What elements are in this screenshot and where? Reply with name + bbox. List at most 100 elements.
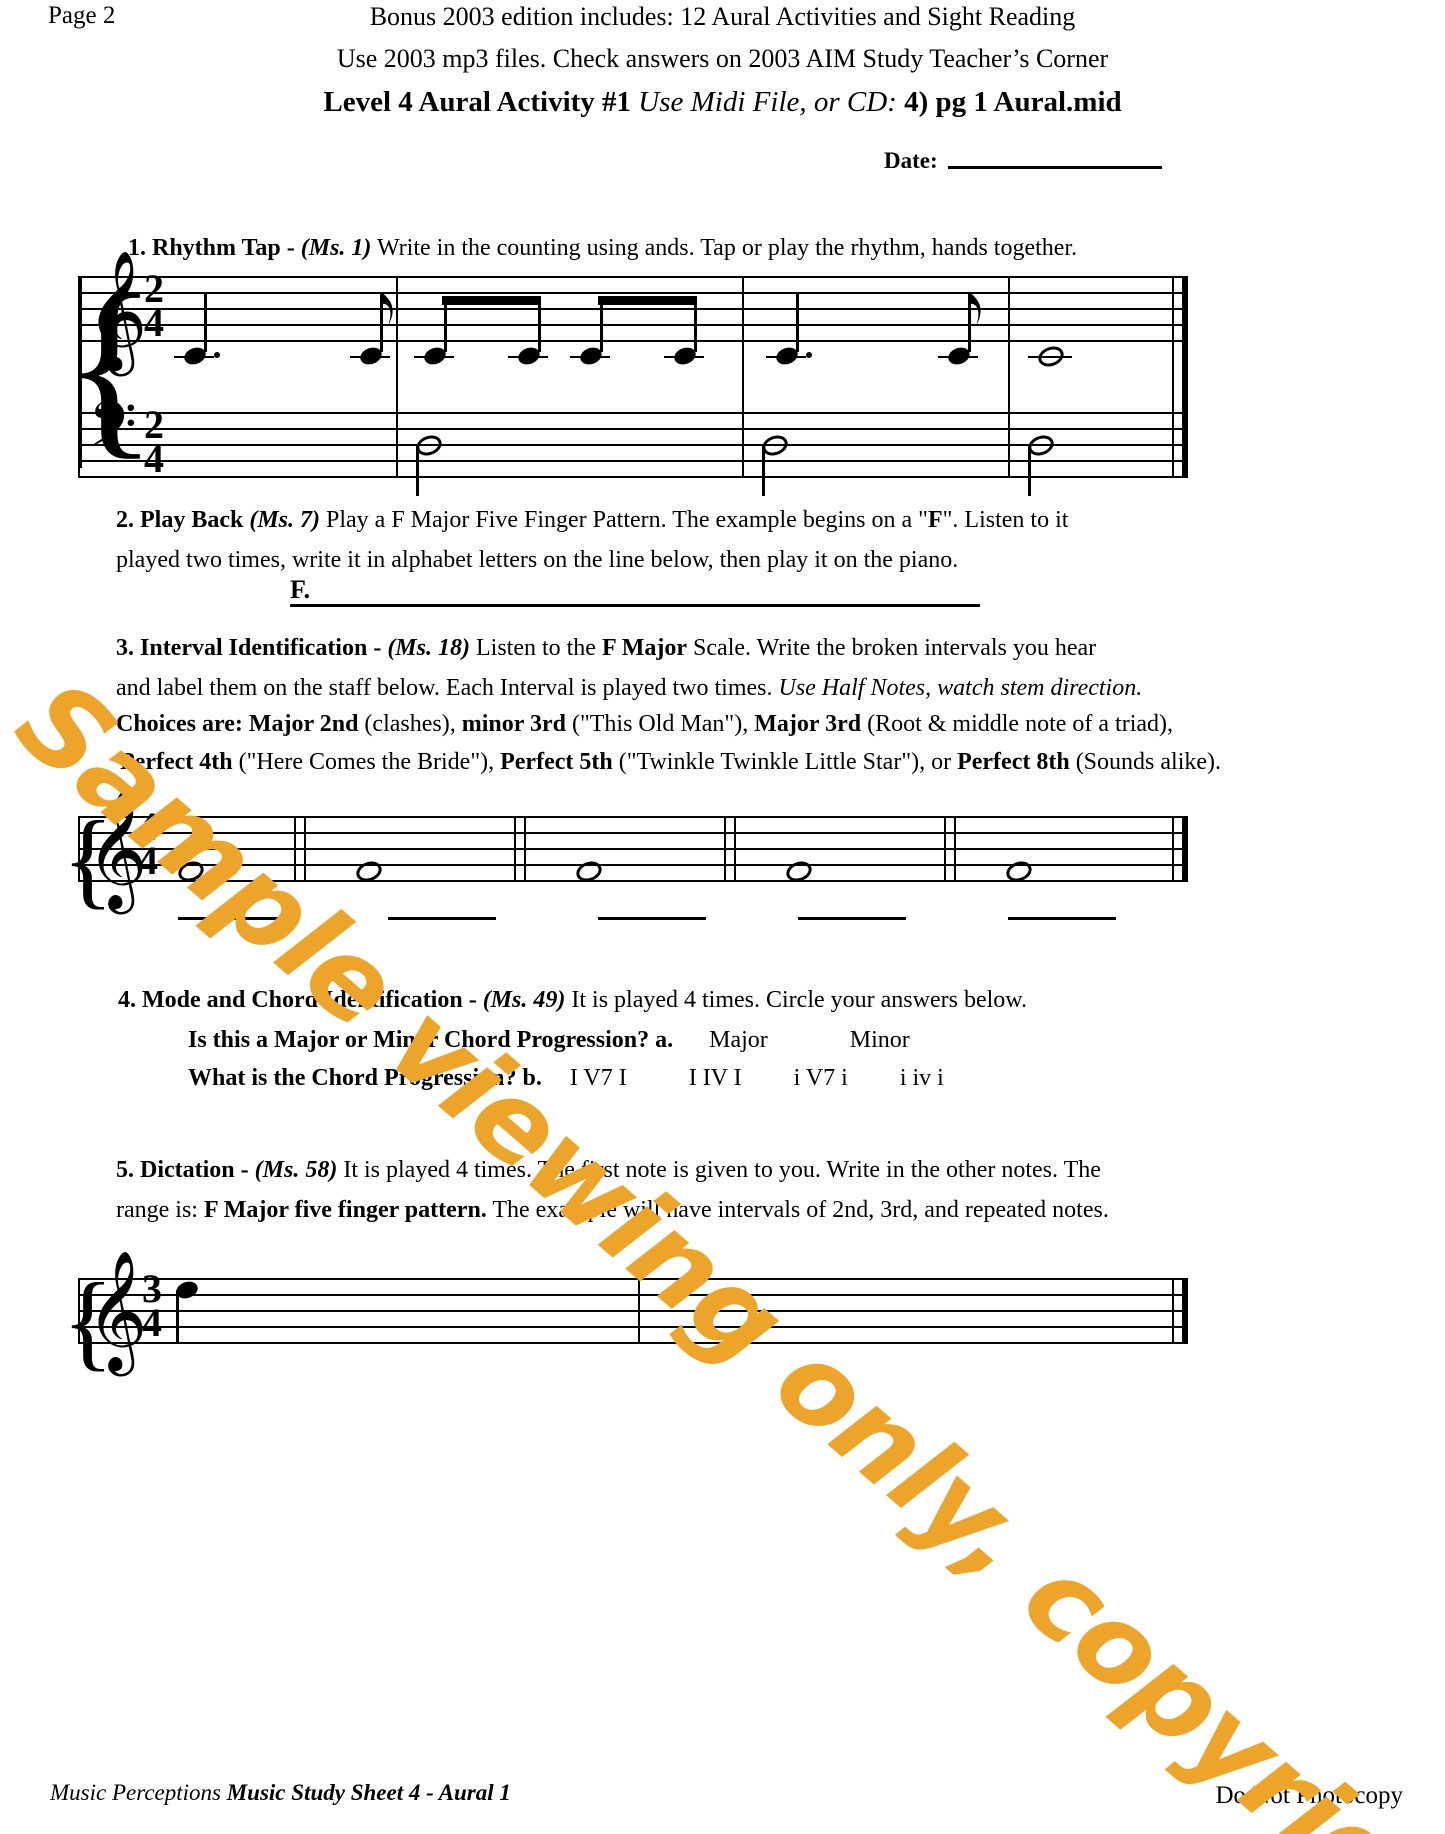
question-5-text: 5. Dictation - (Ms. 58) It is played 4 t… bbox=[116, 1150, 1236, 1190]
choice-major-2nd: Major 2nd bbox=[248, 711, 359, 737]
question-3-line2-a: and label them on the staff below. Each … bbox=[116, 675, 779, 701]
choice-minor-3rd-desc: ("This Old Man"), bbox=[565, 711, 755, 737]
beam bbox=[442, 296, 541, 305]
interval-answer-blank[interactable] bbox=[388, 917, 496, 920]
choice-perfect-8th: Perfect 8th bbox=[957, 749, 1070, 775]
staff-line bbox=[78, 816, 1188, 818]
question-5-title: Dictation - bbox=[140, 1157, 255, 1183]
question-5-measure: (Ms. 58) bbox=[254, 1157, 338, 1183]
question-3-measure: (Ms. 18) bbox=[387, 635, 470, 661]
header-line-bonus-edition: Bonus 2003 edition includes: 12 Aural Ac… bbox=[369, 2, 1076, 31]
staff-line bbox=[78, 1294, 1188, 1296]
barline bbox=[304, 816, 306, 882]
final-barline bbox=[1182, 1278, 1188, 1344]
question-5-line2-a: range is: bbox=[116, 1197, 204, 1223]
footer-sheet-name: Music Study Sheet 4 - Aural 1 bbox=[226, 1780, 511, 1805]
question-3-body-a: Listen to the bbox=[469, 635, 602, 661]
staff-line bbox=[78, 1310, 1188, 1312]
question-5-line2: range is: F Major five finger pattern. T… bbox=[116, 1190, 1236, 1230]
question-3-text: 3. Interval Identification - (Ms. 18) Li… bbox=[116, 628, 1236, 668]
barline bbox=[514, 816, 516, 882]
staff-system-dictation: { 𝄞 3 4 bbox=[62, 1258, 1188, 1376]
question-3-line2: and label them on the staff below. Each … bbox=[116, 668, 1236, 708]
question-5-number: 5. bbox=[116, 1157, 134, 1183]
time-sig-denominator: 4 bbox=[142, 1300, 162, 1345]
staff-line bbox=[78, 1278, 1188, 1280]
barline bbox=[78, 1278, 80, 1344]
interval-answer-blank[interactable] bbox=[1008, 917, 1116, 920]
barline bbox=[1008, 276, 1010, 478]
note-stem bbox=[762, 444, 765, 496]
staff-system-rhythm-tap: { 𝄞 𝄢 2 4 2 4 bbox=[62, 258, 1188, 496]
question-1-title: Rhythm Tap - bbox=[152, 235, 301, 261]
time-sig-denominator: 4 bbox=[138, 838, 158, 883]
footer-publisher: Music Perceptions bbox=[50, 1780, 227, 1805]
bass-staff-line bbox=[78, 444, 1188, 446]
question-2-measure: (Ms. 7) bbox=[243, 507, 321, 533]
choice-major-2nd-desc: (clashes), bbox=[358, 711, 462, 737]
treble-staff-line bbox=[78, 308, 1188, 310]
question-4a-option-minor[interactable]: Minor bbox=[850, 1027, 910, 1053]
question-4b-option-2[interactable]: I IV I bbox=[689, 1065, 742, 1091]
question-2-body-a: Play a F Major Five Finger Pattern. The … bbox=[320, 507, 928, 533]
choices-label: Choices are: bbox=[116, 711, 249, 737]
worksheet-title-main: Level 4 Aural Activity #1 bbox=[323, 86, 632, 118]
note-stem bbox=[204, 292, 207, 352]
question-2-answer-prefix: F. bbox=[290, 575, 310, 604]
worksheet-page: Page 2 Bonus 2003 edition includes: 12 A… bbox=[0, 0, 1445, 1834]
worksheet-title-midi-note: Use Midi File, or CD: bbox=[631, 86, 905, 118]
question-4-measure: (Ms. 49) bbox=[482, 987, 566, 1013]
question-4-sub2: What is the Chord Progression? b. I V7 I… bbox=[188, 1058, 1228, 1098]
choice-perfect-5th-desc: ("Twinkle Twinkle Little Star"), or bbox=[612, 749, 958, 775]
question-3-line2-italic: Use Half Notes, watch stem direction. bbox=[778, 675, 1143, 701]
question-4b-option-4[interactable]: i iv i bbox=[900, 1065, 944, 1091]
question-4a-prompt: Is this a Major or Minor Chord Progressi… bbox=[188, 1027, 674, 1053]
barline bbox=[1172, 276, 1174, 478]
note-stem bbox=[1028, 444, 1031, 496]
question-2-note-letter: F bbox=[927, 507, 943, 533]
question-4b-option-3[interactable]: i V7 i bbox=[794, 1065, 848, 1091]
augmentation-dot bbox=[806, 352, 812, 358]
bass-staff-line bbox=[78, 460, 1188, 462]
header-line-mp3-instructions: Use 2003 mp3 files. Check answers on 200… bbox=[336, 44, 1109, 73]
barline bbox=[78, 276, 80, 478]
staff-line bbox=[78, 848, 1188, 850]
interval-answer-blank[interactable] bbox=[178, 917, 286, 920]
note-stem bbox=[444, 298, 447, 352]
question-5-line2-b: The example will have intervals of 2nd, … bbox=[486, 1197, 1109, 1223]
question-1-body: Write in the counting using ands. Tap or… bbox=[371, 235, 1078, 261]
question-3-number: 3. bbox=[116, 635, 134, 661]
note-stem bbox=[538, 298, 541, 352]
question-4-body: It is played 4 times. Circle your answer… bbox=[565, 987, 1028, 1013]
question-4-sub1: Is this a Major or Minor Chord Progressi… bbox=[188, 1020, 1228, 1060]
footer-left: Music Perceptions Music Study Sheet 4 - … bbox=[50, 1780, 511, 1806]
question-5-body: It is played 4 times. The first note is … bbox=[337, 1157, 1101, 1183]
eighth-flag-icon bbox=[381, 292, 393, 326]
date-label: Date: bbox=[884, 148, 938, 173]
barline bbox=[724, 816, 726, 882]
barline bbox=[1172, 816, 1174, 882]
question-4a-option-major[interactable]: Major bbox=[709, 1027, 768, 1053]
treble-time-signature: 2 4 bbox=[136, 269, 172, 343]
barline bbox=[734, 816, 736, 882]
question-5-range: F Major five finger pattern. bbox=[203, 1197, 487, 1223]
barline bbox=[1172, 1278, 1174, 1344]
barline bbox=[944, 816, 946, 882]
eighth-flag-icon bbox=[969, 292, 981, 326]
time-signature: 4 4 bbox=[130, 807, 166, 883]
interval-answer-blank[interactable] bbox=[598, 917, 706, 920]
question-2-text-line2: played two times, write it in alphabet l… bbox=[116, 540, 1226, 580]
interval-answer-blank[interactable] bbox=[798, 917, 906, 920]
question-4b-option-1[interactable]: I V7 I bbox=[570, 1065, 627, 1091]
barline bbox=[524, 816, 526, 882]
question-3-scale: F Major bbox=[601, 635, 688, 661]
final-barline bbox=[1182, 276, 1188, 478]
question-1-text: 1. Rhythm Tap - (Ms. 1) Write in the cou… bbox=[128, 228, 1228, 268]
date-input-rule[interactable] bbox=[947, 165, 1162, 169]
choice-perfect-4th-desc: ("Here Comes the Bride"), bbox=[232, 749, 501, 775]
treble-staff-line bbox=[78, 324, 1188, 326]
footer-copyright-notice: Do Not Photocopy bbox=[1215, 1782, 1404, 1809]
staff-line bbox=[78, 832, 1188, 834]
question-2-answer-rule[interactable] bbox=[290, 604, 980, 607]
staff-system-interval-id: { 𝄞 4 4 bbox=[62, 796, 1188, 914]
